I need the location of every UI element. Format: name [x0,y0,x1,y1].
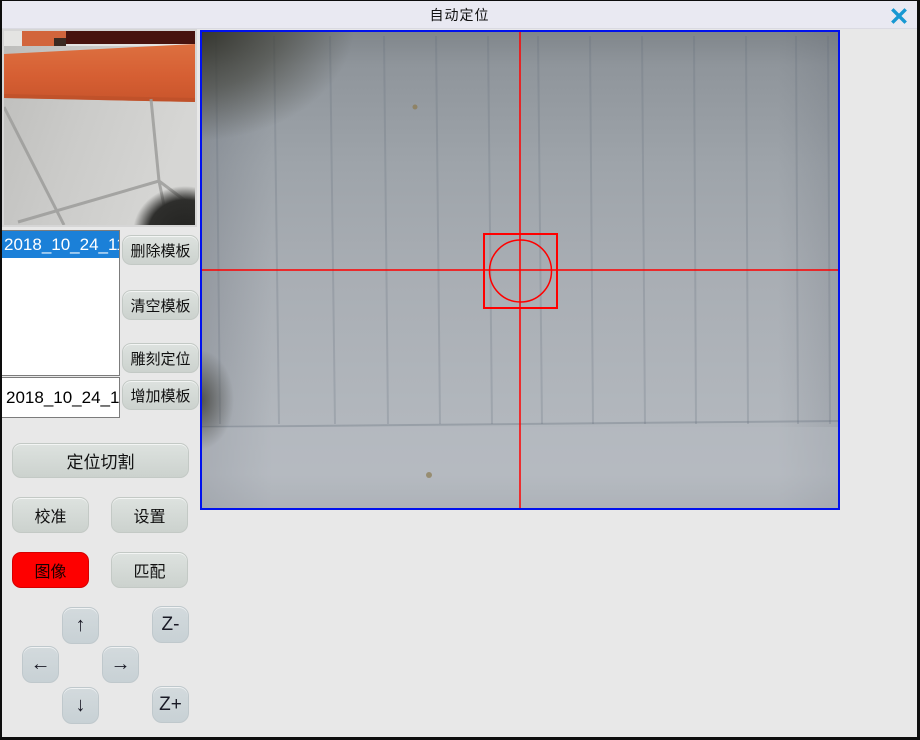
close-icon[interactable] [889,6,909,26]
camera-feed [202,32,838,508]
template-name-input[interactable] [1,377,120,418]
thumbnail-photo [4,31,195,225]
jog-left-button[interactable]: ← [22,646,59,683]
jog-z-minus-button[interactable]: Z- [152,606,189,643]
window-border-top [0,0,920,1]
jog-right-button[interactable]: → [102,646,139,683]
jog-down-button[interactable]: ↓ [62,687,99,724]
camera-view[interactable] [200,30,840,510]
window-border-left [0,0,2,740]
template-preview-thumbnail [2,29,197,227]
titlebar: 自动定位 [2,1,917,29]
settings-button[interactable]: 设置 [111,497,188,533]
window-title: 自动定位 [430,5,490,25]
jog-up-button[interactable]: ↑ [62,607,99,644]
position-cut-button[interactable]: 定位切割 [12,443,189,478]
template-list[interactable]: 2018_10_24_11 [1,230,120,376]
calibrate-button[interactable]: 校准 [12,497,89,533]
template-list-item-selected[interactable]: 2018_10_24_11 [2,231,119,258]
match-button[interactable]: 匹配 [111,552,188,588]
add-template-button[interactable]: 增加模板 [122,380,199,410]
engrave-position-button[interactable]: 雕刻定位 [122,343,199,373]
jog-z-plus-button[interactable]: Z+ [152,686,189,723]
delete-template-button[interactable]: 删除模板 [122,235,199,265]
clear-templates-button[interactable]: 清空模板 [122,290,199,320]
image-button-active[interactable]: 图像 [12,552,89,588]
